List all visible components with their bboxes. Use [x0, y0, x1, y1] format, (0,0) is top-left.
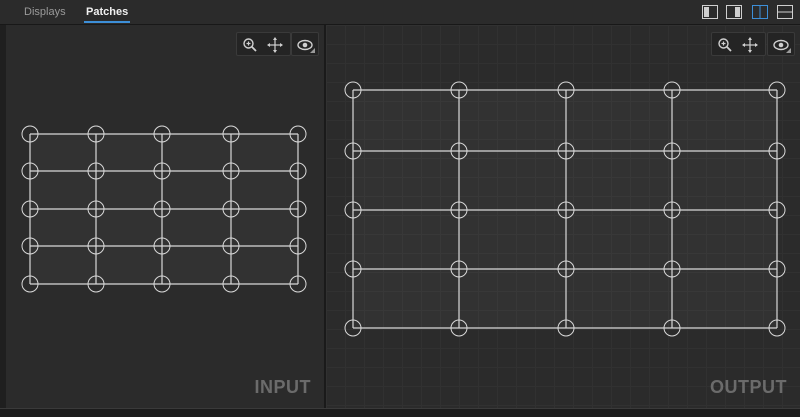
layout-right-panel-icon [726, 5, 742, 19]
top-bar: Displays Patches [0, 0, 800, 25]
layout-split-vertical-icon [752, 5, 768, 19]
input-panel[interactable]: INPUT [6, 25, 324, 408]
tab-patches[interactable]: Patches [83, 0, 131, 24]
eye-icon [297, 39, 315, 53]
output-visibility-button[interactable] [772, 36, 791, 54]
output-panel-label: OUTPUT [710, 377, 787, 397]
input-pan-button[interactable] [266, 36, 284, 54]
output-view-toolbar [711, 32, 766, 56]
layout-left-panel-button[interactable] [702, 5, 718, 19]
layout-left-panel-icon [702, 5, 718, 19]
output-visibility-toolbar [767, 32, 795, 56]
output-panel[interactable]: OUTPUT [326, 25, 800, 408]
input-mesh[interactable] [6, 25, 324, 408]
input-visibility-toolbar [291, 32, 319, 56]
pan-icon [267, 37, 283, 53]
output-pan-button[interactable] [741, 36, 759, 54]
layout-split-horizontal-button[interactable] [777, 5, 793, 19]
output-mesh[interactable] [326, 25, 800, 408]
layout-right-panel-button[interactable] [726, 5, 742, 19]
input-visibility-button[interactable] [296, 36, 315, 54]
output-zoom-button[interactable] [716, 36, 734, 54]
layout-split-vertical-button[interactable] [752, 5, 768, 19]
zoom-icon [243, 38, 257, 52]
input-view-toolbar [236, 32, 291, 56]
pan-icon [742, 37, 758, 53]
zoom-icon [718, 38, 732, 52]
input-panel-label: INPUT [254, 377, 311, 397]
tab-displays[interactable]: Displays [24, 0, 66, 24]
eye-icon [773, 39, 791, 53]
output-mesh-fill [353, 90, 777, 328]
input-zoom-button[interactable] [241, 36, 259, 54]
layout-split-horizontal-icon [777, 5, 793, 19]
